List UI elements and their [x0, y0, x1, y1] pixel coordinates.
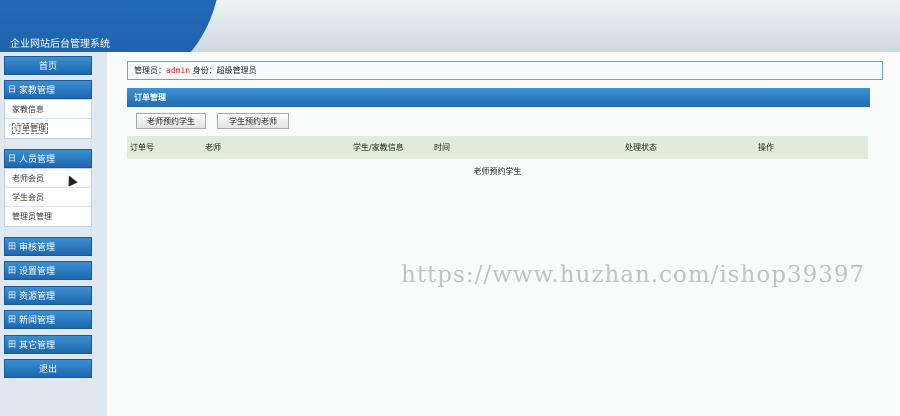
column-header-status: 处理状态 — [625, 143, 657, 152]
collapse-icon: 日 — [8, 85, 16, 94]
admin-info-bar: 管理员：admin 身份：超级管理员 — [127, 61, 883, 80]
nav-group-other[interactable]: 田 其它管理 — [4, 335, 92, 354]
nav-group-tutoring[interactable]: 日 家教管理 — [4, 80, 92, 99]
nav-group-personnel[interactable]: 日 人员管理 — [4, 149, 92, 168]
expand-icon: 田 — [8, 266, 16, 275]
nav-group-label: 设置管理 — [19, 267, 56, 277]
admin-name: admin — [166, 66, 191, 75]
panel-title: 订单管理 — [127, 88, 870, 107]
header-logo-area: 企业网站后台管理系统 — [0, 0, 240, 52]
nav-group-news[interactable]: 田 新闻管理 — [4, 310, 92, 329]
expand-icon: 田 — [8, 315, 16, 324]
collapse-icon: 日 — [8, 154, 16, 163]
nav-item-order-management[interactable]: 订单管理 — [5, 119, 91, 138]
nav-group-label: 其它管理 — [19, 341, 56, 351]
tutoring-submenu: 家教信息 订单管理 — [4, 99, 92, 139]
nav-group-label: 审核管理 — [19, 243, 56, 253]
admin-label: 管理员： — [134, 66, 166, 75]
expand-icon: 田 — [8, 340, 16, 349]
watermark-text: https://www.huzhan.com/ishop39397 — [401, 262, 866, 288]
nav-home-button[interactable]: 首页 — [4, 56, 92, 75]
column-header-time: 时间 — [434, 143, 450, 152]
column-header-order-no: 订单号 — [130, 143, 154, 152]
nav-item-teacher-members[interactable]: 老师会员 — [5, 169, 91, 188]
teacher-book-student-button[interactable]: 老师预约学生 — [136, 113, 206, 129]
expand-icon: 田 — [8, 291, 16, 300]
header-bar: 企业网站后台管理系统 — [0, 0, 900, 52]
nav-group-label: 新闻管理 — [19, 316, 56, 326]
nav-item-admin-management[interactable]: 管理员管理 — [5, 207, 91, 226]
role-label: 身份： — [190, 66, 217, 75]
nav-group-settings[interactable]: 田 设置管理 — [4, 261, 92, 280]
nav-group-label: 资源管理 — [19, 292, 56, 302]
column-header-teacher: 老师 — [205, 143, 221, 152]
personnel-submenu: 老师会员 学生会员 管理员管理 — [4, 168, 92, 227]
logout-button[interactable]: 退出 — [4, 359, 92, 378]
column-header-student-info: 学生/家教信息 — [353, 143, 404, 152]
table-header: 订单号 老师 学生/家教信息 时间 处理状态 操作 — [127, 136, 868, 159]
sidebar: 首页 日 家教管理 家教信息 订单管理 日 人员管理 老师会员 学生会员 管理员… — [0, 52, 107, 416]
nav-group-label: 人员管理 — [19, 155, 56, 165]
nav-item-student-members[interactable]: 学生会员 — [5, 188, 91, 207]
nav-group-label: 家教管理 — [19, 86, 56, 96]
nav-group-review[interactable]: 田 审核管理 — [4, 237, 92, 256]
nav-item-tutoring-info[interactable]: 家教信息 — [5, 100, 91, 119]
app-title: 企业网站后台管理系统 — [10, 39, 110, 50]
student-book-teacher-button[interactable]: 学生预约老师 — [217, 113, 289, 129]
expand-icon: 田 — [8, 242, 16, 251]
nav-group-resources[interactable]: 田 资源管理 — [4, 286, 92, 305]
role-value: 超级管理员 — [216, 66, 257, 75]
main-content: 管理员：admin 身份：超级管理员 订单管理 老师预约学生 学生预约老师 订单… — [107, 52, 900, 416]
column-header-actions: 操作 — [758, 143, 774, 152]
table-empty-message: 老师预约学生 — [473, 167, 522, 176]
